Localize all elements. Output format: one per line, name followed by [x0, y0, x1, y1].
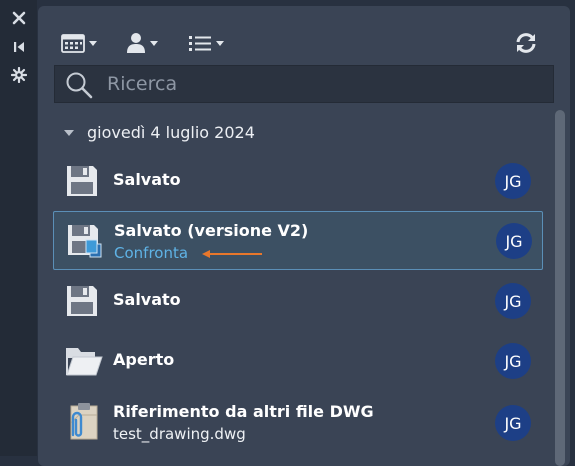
entry-filename: test_drawing.dwg: [113, 425, 246, 443]
history-entry[interactable]: Salvato JG: [53, 274, 543, 328]
history-entry[interactable]: Riferimento da altri file DWG test_drawi…: [53, 392, 543, 452]
scrollbar[interactable]: [555, 110, 565, 466]
chevron-down-icon: [89, 40, 97, 46]
refresh-button[interactable]: [513, 28, 539, 58]
avatar: JG: [495, 163, 531, 199]
entry-title: Riferimento da altri file DWG: [113, 402, 374, 421]
settings-icon[interactable]: [9, 65, 29, 85]
date-group-header[interactable]: giovedì 4 luglio 2024: [64, 123, 255, 142]
avatar: JG: [495, 343, 531, 379]
list-icon: [189, 36, 211, 51]
floppy-disk-icon: [67, 166, 97, 196]
avatar: JG: [495, 405, 531, 441]
search-icon: [66, 72, 93, 99]
refresh-icon: [516, 33, 536, 53]
avatar: JG: [496, 223, 532, 259]
compare-link[interactable]: Confronta: [114, 244, 188, 262]
history-entry[interactable]: Aperto JG: [53, 334, 543, 388]
arrow-left-icon: [202, 250, 262, 258]
entry-title: Salvato (versione V2): [114, 221, 309, 240]
search-input[interactable]: [107, 66, 527, 102]
entry-title: Salvato: [113, 170, 181, 189]
clipboard-attachment-icon: [70, 403, 98, 440]
open-folder-icon: [66, 348, 103, 376]
chevron-down-icon: [150, 40, 158, 46]
date-group-label: giovedì 4 luglio 2024: [87, 123, 255, 142]
history-panel: giovedì 4 luglio 2024 Salvato JG Salvato…: [38, 6, 570, 466]
avatar: JG: [495, 283, 531, 319]
close-icon[interactable]: [9, 8, 29, 28]
chevron-down-icon: [216, 40, 224, 46]
calendar-icon: [61, 34, 85, 53]
search-box: [54, 65, 554, 103]
history-entry-selected[interactable]: Salvato (versione V2) Confronta JG: [53, 211, 543, 270]
chevron-down-icon: [64, 129, 74, 136]
history-entry[interactable]: Salvato JG: [53, 154, 543, 208]
list-filter-button[interactable]: [188, 28, 224, 58]
entry-title: Salvato: [113, 290, 181, 309]
user-icon: [127, 33, 145, 53]
collapse-panel-icon[interactable]: [9, 37, 29, 57]
floppy-disk-icon: [67, 286, 97, 316]
user-filter-button[interactable]: [126, 28, 158, 58]
entry-title: Aperto: [113, 350, 175, 369]
calendar-filter-button[interactable]: [61, 28, 97, 58]
left-strip: [0, 0, 37, 456]
floppy-disk-compare-icon: [68, 225, 102, 258]
